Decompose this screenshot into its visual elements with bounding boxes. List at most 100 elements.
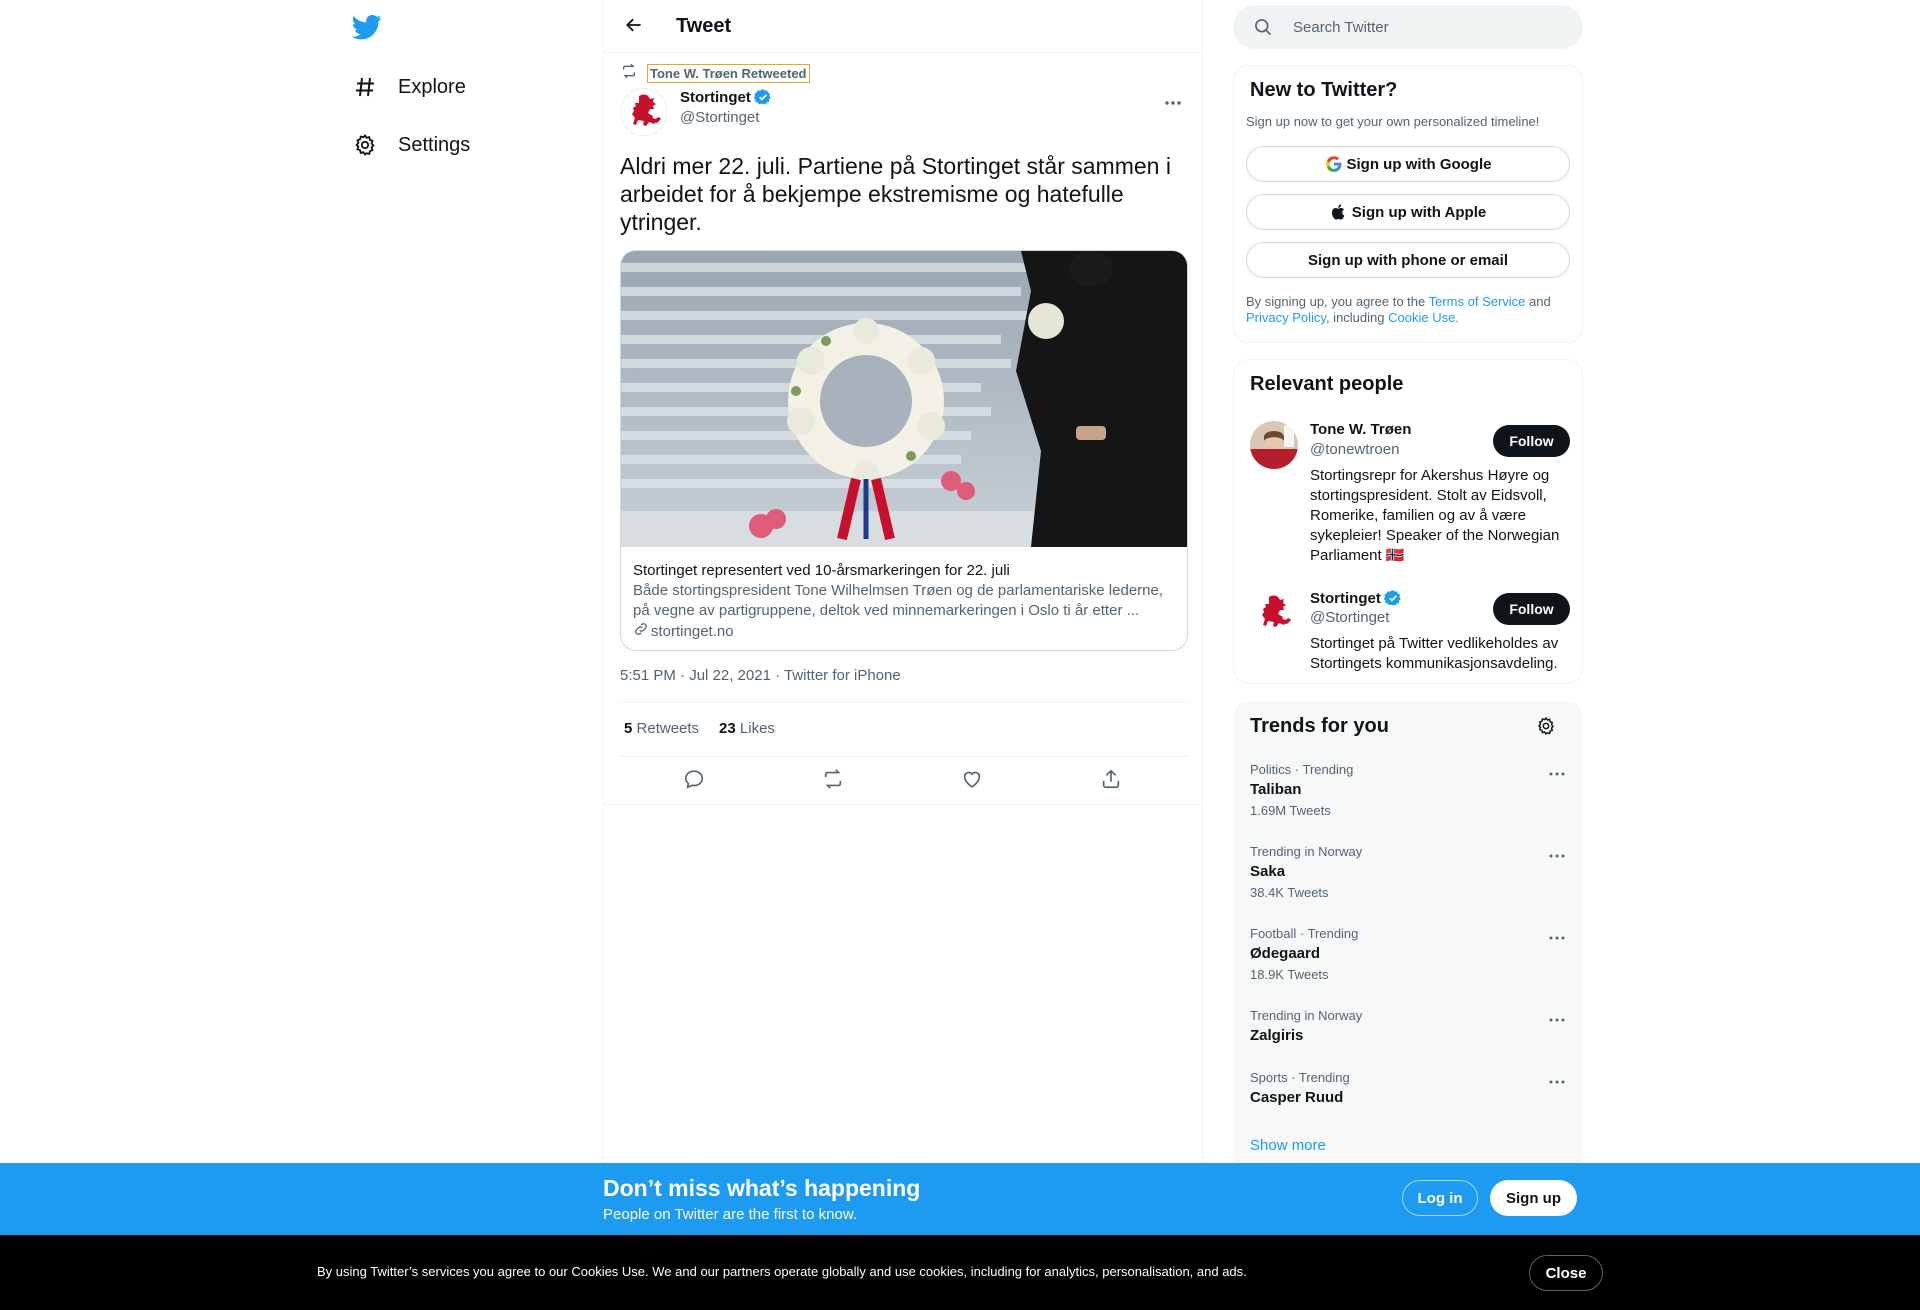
signup-legal: By signing up, you agree to the Terms of… (1246, 294, 1576, 326)
more-dots-icon (1549, 763, 1565, 781)
retweets-count: 5 (624, 720, 633, 737)
follow-button[interactable]: Follow (1493, 593, 1570, 625)
nav-label-explore: Explore (398, 75, 466, 98)
author-display-name: Stortinget (680, 88, 751, 106)
panel-title: New to Twitter? (1250, 79, 1398, 101)
retweets-stat[interactable]: 5 Retweets (624, 720, 699, 737)
heart-icon (961, 768, 983, 795)
trend-item[interactable]: Politics · Trending Taliban 1.69M Tweets (1250, 762, 1570, 819)
trend-more-button[interactable] (1544, 928, 1570, 944)
card-domain: stortinget.no (651, 623, 734, 640)
card-image (621, 251, 1187, 547)
trend-item[interactable]: Trending in Norway Zalgiris (1250, 1008, 1570, 1046)
retweet-button[interactable] (818, 766, 848, 796)
trend-more-button[interactable] (1544, 764, 1570, 780)
person-bio: Stortingsrepr for Akershus Høyre og stor… (1310, 467, 1560, 564)
trend-item[interactable]: Sports · Trending Casper Ruud (1250, 1070, 1570, 1108)
relevant-people-panel: Relevant people Tone W. Trøen @tonewtroe… (1233, 359, 1583, 684)
verified-badge-icon (753, 88, 772, 106)
cookie-text: By using Twitter’s services you agree to… (317, 1264, 1247, 1279)
arrow-left-icon (624, 15, 644, 40)
likes-count: 23 (719, 720, 736, 737)
retweeted-by-link[interactable]: Tone W. Trøen Retweeted (647, 64, 810, 83)
reply-icon (683, 768, 705, 795)
person-bio: Stortinget på Twitter vedlikeholdes av S… (1310, 635, 1559, 672)
terms-link[interactable]: Terms of Service (1429, 294, 1526, 309)
trend-more-button[interactable] (1544, 1010, 1570, 1026)
show-more-link[interactable]: Show more (1250, 1137, 1326, 1154)
divider (604, 804, 1202, 805)
link-icon (633, 621, 649, 643)
nav-item-explore[interactable]: Explore (352, 65, 466, 109)
search-box[interactable] (1233, 5, 1583, 49)
signup-google-label: Sign up with Google (1346, 155, 1492, 173)
author-names: Stortinget @Stortinget (680, 88, 772, 126)
card-description: Både stortingspresident Tone Wilhelmsen … (633, 582, 1164, 619)
like-button[interactable] (957, 766, 987, 796)
likes-label: Likes (739, 720, 775, 737)
google-icon (1325, 155, 1343, 173)
cookie-use-link[interactable]: Cookie Use. (1388, 310, 1459, 325)
more-options-button[interactable] (1158, 92, 1188, 112)
link-card[interactable]: Stortinget representert ved 10-årsmarker… (620, 250, 1188, 651)
trend-more-button[interactable] (1544, 846, 1570, 862)
close-button[interactable]: Close (1529, 1255, 1603, 1291)
trend-item[interactable]: Trending in Norway Saka 38.4K Tweets (1250, 844, 1570, 901)
gear-icon (1536, 716, 1556, 740)
share-button[interactable] (1096, 766, 1126, 796)
trend-more-button[interactable] (1544, 1072, 1570, 1088)
likes-stat[interactable]: 23 Likes (719, 720, 775, 737)
banner-subtitle: People on Twitter are the first to know. (603, 1206, 858, 1223)
avatar[interactable] (1250, 421, 1298, 469)
person-handle: @Stortinget (1310, 609, 1390, 626)
tweet-timestamp[interactable]: 5:51 PM · Jul 22, 2021 · Twitter for iPh… (620, 667, 901, 684)
trend-name: Saka (1250, 863, 1286, 880)
hashtag-icon (352, 74, 378, 100)
signup-phone-email-button[interactable]: Sign up with phone or email (1246, 242, 1570, 278)
legal-and: and (1525, 294, 1551, 309)
trend-count: 38.4K Tweets (1250, 885, 1329, 900)
signup-button[interactable]: Sign up (1490, 1180, 1577, 1216)
trends-settings-button[interactable] (1536, 716, 1558, 738)
search-input[interactable] (1293, 18, 1553, 36)
trends-panel: Trends for you Politics · Trending Talib… (1233, 701, 1583, 1171)
avatar[interactable] (620, 88, 668, 136)
follow-button[interactable]: Follow (1493, 425, 1570, 457)
search-icon (1253, 17, 1273, 37)
trend-item[interactable]: Football · Trending Ødegaard 18.9K Tweet… (1250, 926, 1570, 983)
signup-banner: Don’t miss what’s happening People on Tw… (0, 1163, 1920, 1235)
stortinget-lion-logo (1262, 595, 1291, 627)
tweet-text: Aldri mer 22. juli. Partiene på Storting… (620, 153, 1171, 235)
trend-context: Trending in Norway (1250, 1008, 1363, 1023)
more-dots-icon (1164, 93, 1182, 111)
avatar[interactable] (1250, 589, 1298, 637)
more-dots-icon (1549, 927, 1565, 945)
trend-context: Sports · Trending (1250, 1070, 1350, 1085)
legal-prefix: By signing up, you agree to the (1246, 294, 1429, 309)
reply-button[interactable] (679, 766, 709, 796)
trend-name: Taliban (1250, 781, 1302, 798)
more-dots-icon (1549, 1009, 1565, 1027)
tweet-stats: 5 Retweets 23 Likes (624, 720, 795, 737)
twitter-bird-icon[interactable] (351, 12, 382, 42)
trend-name: Ødegaard (1250, 945, 1321, 962)
nav-label-settings: Settings (398, 133, 471, 156)
apple-icon (1330, 203, 1348, 221)
trend-name: Zalgiris (1250, 1027, 1304, 1044)
card-title: Stortinget representert ved 10-årsmarker… (633, 562, 1010, 579)
cookie-bar: By using Twitter’s services you agree to… (0, 1235, 1920, 1310)
tweet-actions (620, 766, 1188, 796)
signup-phone-label: Sign up with phone or email (1307, 251, 1508, 269)
privacy-link[interactable]: Privacy Policy (1246, 310, 1326, 325)
signup-google-button[interactable]: Sign up with Google (1246, 146, 1570, 182)
signup-apple-label: Sign up with Apple (1351, 203, 1487, 221)
login-button[interactable]: Log in (1402, 1180, 1478, 1216)
tweet-author: Stortinget @Stortinget (620, 88, 1188, 136)
author-name[interactable]: Stortinget (680, 88, 772, 106)
back-button[interactable] (620, 13, 648, 41)
person-handle: @tonewtroen (1310, 441, 1400, 458)
main-column: Tweet Tone W. Trøen Retweeted Stortinget… (603, 0, 1203, 1310)
person-name: Stortinget (1310, 589, 1381, 607)
nav-item-settings[interactable]: Settings (352, 123, 470, 167)
signup-apple-button[interactable]: Sign up with Apple (1246, 194, 1570, 230)
